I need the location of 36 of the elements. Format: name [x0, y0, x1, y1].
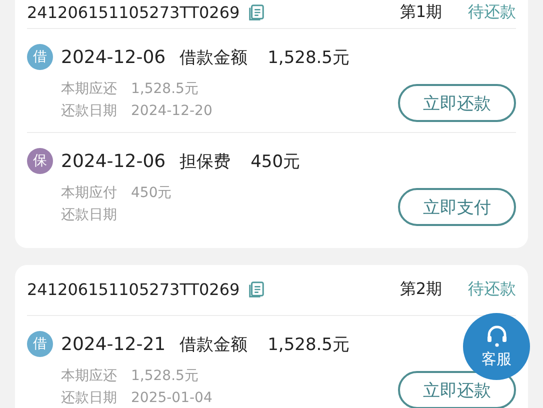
entry-label: 担保费: [180, 150, 231, 172]
order-number: 241206151105273TT0269: [27, 2, 240, 22]
entry-date: 2024-12-21: [61, 334, 166, 354]
entry-amount: 1,528.5元: [268, 334, 350, 356]
period-label: 第1期: [400, 2, 442, 22]
entry-amount: 450元: [250, 150, 300, 172]
detail-value: 1,528.5元: [131, 81, 198, 97]
detail-label: 本期应还: [61, 368, 117, 384]
detail-value: 450元: [131, 185, 172, 201]
copy-icon[interactable]: [248, 4, 265, 20]
detail-label: 还款日期: [61, 207, 117, 223]
type-badge: 借: [27, 331, 53, 357]
detail-value: 1,528.5元: [131, 368, 198, 384]
entry-date: 2024-12-06: [61, 150, 166, 172]
detail-value: 2024-12-20: [131, 103, 212, 119]
detail-value: 2025-01-04: [131, 390, 212, 406]
customer-service-label: 客服: [482, 350, 512, 369]
order-number: 241206151105273TT0269: [27, 280, 240, 298]
entry-date: 2024-12-06: [61, 46, 166, 68]
period-label: 第2期: [400, 278, 442, 300]
entry-label: 借款金额: [180, 46, 248, 68]
detail-label: 还款日期: [61, 390, 117, 406]
detail-label: 本期应还: [61, 81, 117, 97]
status-label: 待还款: [468, 2, 516, 22]
detail-label: 还款日期: [61, 103, 117, 119]
entry-amount: 1,528.5元: [268, 46, 350, 68]
pay-button[interactable]: 立即还款: [398, 84, 516, 122]
pay-button[interactable]: 立即还款: [398, 371, 516, 408]
headset-icon: [484, 324, 508, 348]
detail-label: 本期应付: [61, 185, 117, 201]
entry-label: 借款金额: [180, 334, 248, 356]
pay-button[interactable]: 立即支付: [398, 188, 516, 226]
type-badge: 保: [27, 148, 53, 174]
copy-icon[interactable]: [248, 280, 265, 298]
status-label: 待还款: [468, 278, 516, 300]
type-badge: 借: [27, 44, 53, 70]
